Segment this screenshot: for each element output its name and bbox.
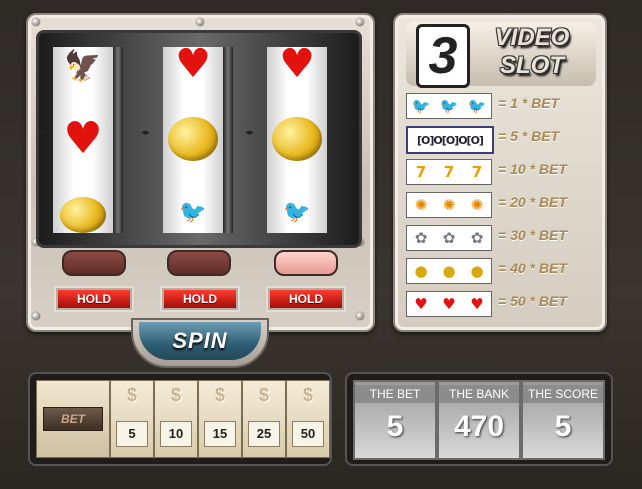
lemon-icon [267, 117, 327, 161]
heart-icon: ♥ [175, 47, 211, 87]
lemon-icon [163, 117, 223, 161]
reel-1: 🦅 ♥ [53, 47, 113, 233]
reel-arrow-icon: ◂▸ [245, 128, 255, 138]
lemon-icon [53, 197, 113, 233]
bet-option-15[interactable]: $ 15 [198, 380, 242, 458]
info-value: 5 [554, 410, 572, 443]
reel-window: 🦅 ♥ ♥ 🐦 ♥ 🐦 ▸ ◂▸ ◂▸ ◂ [36, 30, 362, 248]
reel-3: ♥ 🐦 [267, 47, 327, 233]
paytable-multiplier: = 40 * BET [498, 260, 567, 276]
paytable-multiplier: = 10 * BET [498, 161, 567, 177]
heart-icon: ♥ [279, 47, 315, 87]
info-label: THE SCORE [523, 385, 603, 403]
paytable-row: ✺ ✺ ✺ = 20 * BET [404, 190, 600, 220]
hold-lamp-3 [274, 250, 338, 276]
paytable-multiplier: = 20 * BET [498, 194, 567, 210]
paytable-row: 777 = 10 * BET [404, 157, 600, 187]
title-line-2: SLOT [500, 52, 564, 79]
reel-divider [113, 47, 123, 233]
spin-button[interactable]: SPIN [131, 318, 269, 368]
the-bank-display: THE BANK 470 [437, 380, 521, 460]
reel-divider [223, 47, 233, 233]
bet-option-50[interactable]: $ 50 [286, 380, 330, 458]
bird-icon: 🦅 [64, 50, 102, 83]
reel-arrow-icon: ▸ [41, 128, 46, 138]
heart-icon: ♥ ♥ ♥ [406, 291, 492, 317]
dollar-icon: $ [258, 385, 269, 405]
info-label: THE BANK [439, 385, 519, 403]
hold-button-2[interactable]: HOLD [162, 288, 238, 310]
paytable-row: [O]O[O]O[O] = 5 * BET [404, 124, 600, 154]
screw-icon [356, 18, 364, 26]
bird-flower-icon: ✿ ✿ ✿ [406, 225, 492, 251]
screw-icon [32, 312, 40, 320]
bet-option-10[interactable]: $ 10 [154, 380, 198, 458]
title-number: 3 [416, 24, 470, 88]
paytable-multiplier: = 5 * BET [498, 128, 560, 144]
bet-option-5[interactable]: $ 5 [110, 380, 154, 458]
screw-icon [356, 312, 364, 320]
dollar-icon: $ [126, 385, 137, 405]
paytable-row: ● ● ● = 40 * BET [404, 256, 600, 286]
bet-option-value: 50 [292, 421, 324, 447]
hold-lamp-2 [167, 250, 231, 276]
bet-option-value: 5 [116, 421, 148, 447]
bird-flower-icon: 🐦 [283, 199, 311, 224]
paytable-row: ✿ ✿ ✿ = 30 * BET [404, 223, 600, 253]
screw-icon [32, 18, 40, 26]
bet-option-value: 15 [204, 421, 236, 447]
hold-lamp-1 [62, 250, 126, 276]
lemon-icon: ● ● ● [406, 258, 492, 284]
paytable-multiplier: = 50 * BET [498, 293, 567, 309]
info-value: 470 [453, 410, 505, 443]
reel-arrow-icon: ◂ [345, 128, 350, 138]
paytable-multiplier: = 1 * BET [498, 95, 560, 111]
screw-icon [196, 18, 204, 26]
dollar-icon: $ [302, 385, 313, 405]
bet-label-box: BET [36, 380, 110, 458]
paytable-row: 🐦 🐦 🐦 = 1 * BET [404, 91, 600, 121]
spin-label: SPIN [139, 322, 261, 360]
sun-icon: ✺ ✺ ✺ [406, 192, 492, 218]
hold-button-1[interactable]: HOLD [56, 288, 132, 310]
the-bet-display: THE BET 5 [353, 380, 437, 460]
bet-option-value: 10 [160, 421, 192, 447]
the-score-display: THE SCORE 5 [521, 380, 605, 460]
reel-2: ♥ 🐦 [163, 47, 223, 233]
reel-arrow-icon: ◂▸ [141, 128, 151, 138]
info-label: THE BET [355, 385, 435, 403]
paytable-row: ♥ ♥ ♥ = 50 * BET [404, 289, 600, 319]
bar-icon: [O]O[O]O[O] [406, 126, 494, 154]
dollar-icon: $ [214, 385, 225, 405]
dollar-icon: $ [170, 385, 181, 405]
bird-icon: 🐦 🐦 🐦 [406, 93, 492, 119]
seven-icon: 777 [406, 159, 492, 185]
info-value: 5 [386, 410, 404, 443]
title-line-1: VIDEO [494, 24, 570, 51]
paytable-multiplier: = 30 * BET [498, 227, 567, 243]
hold-button-3[interactable]: HOLD [268, 288, 344, 310]
bird-flower-icon: 🐦 [179, 199, 207, 224]
bet-option-value: 25 [248, 421, 280, 447]
bet-label: BET [43, 407, 103, 431]
title-text: VIDEO SLOT [472, 24, 592, 80]
heart-icon: ♥ [63, 113, 103, 164]
bet-option-25[interactable]: $ 25 [242, 380, 286, 458]
